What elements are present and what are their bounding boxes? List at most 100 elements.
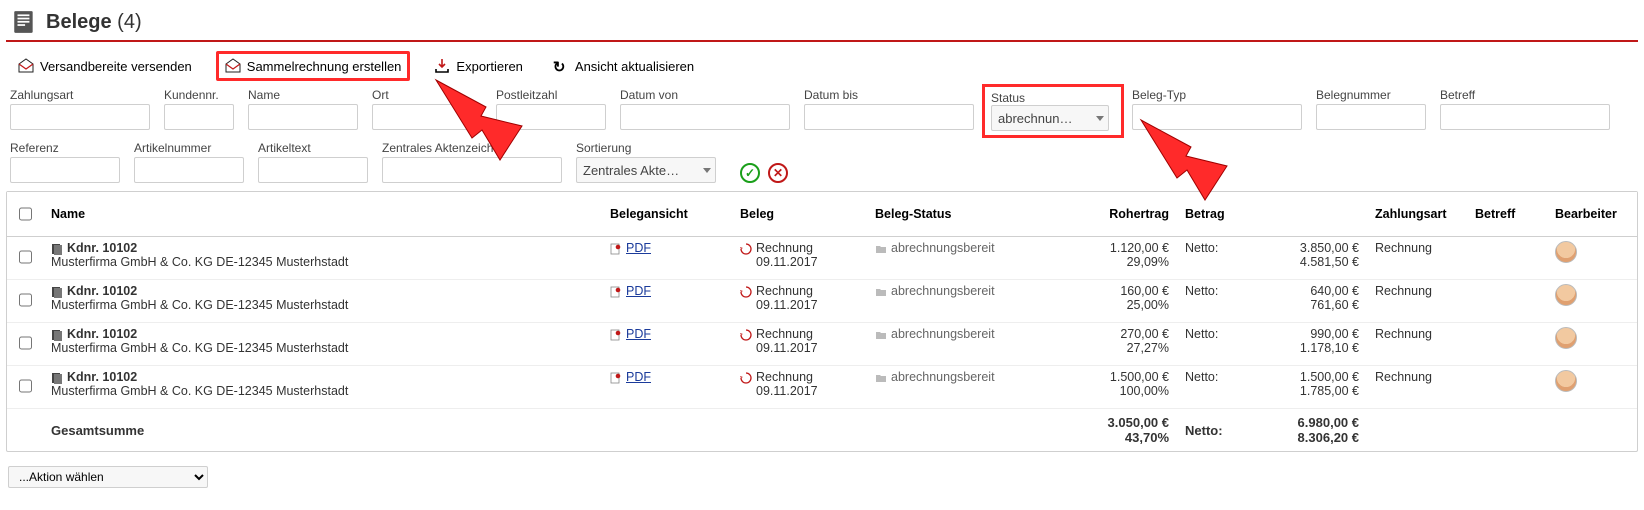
col-zahlungsart[interactable]: Zahlungsart [1367,192,1467,237]
toolbar: Versandbereite versenden Sammelrechnung … [6,48,1638,88]
table-row: Kdnr. 10102 Musterfirma GmbH & Co. KG DE… [7,366,1637,409]
col-name[interactable]: Name [43,192,602,237]
referenz-input[interactable] [10,157,120,183]
rohertrag-pct: 100,00% [1120,384,1169,398]
bulk-action: ...Aktion wählen [6,466,1638,488]
filter-row-1: Zahlungsart Kundennr. Name Ort Postleitz… [6,88,1638,141]
avatar-icon [1555,327,1577,349]
avatar-icon [1555,284,1577,306]
create-summary-button[interactable]: Sammelrechnung erstellen [216,51,411,81]
customer-sub: Musterfirma GmbH & Co. KG DE-12345 Muste… [51,384,348,398]
filter-label: Name [248,88,358,102]
betrag-gross: 1.178,10 € [1300,341,1359,355]
customer-title: Kdnr. 10102 [67,327,137,341]
betrag-net: 990,00 € [1310,327,1359,341]
pdf-link[interactable]: PDF [626,370,651,384]
col-rohertrag[interactable]: Rohertrag [1067,192,1177,237]
pdf-link[interactable]: PDF [626,327,651,341]
document-icon [51,243,63,255]
zahlungsart-text: Rechnung [1367,366,1467,409]
table-row: Kdnr. 10102 Musterfirma GmbH & Co. KG DE… [7,237,1637,280]
customer-sub: Musterfirma GmbH & Co. KG DE-12345 Muste… [51,298,348,312]
datum-bis-input[interactable] [804,104,974,130]
zak-input[interactable] [382,157,562,183]
filter-label: Datum von [620,88,790,102]
col-betrag[interactable]: Betrag [1177,192,1257,237]
col-bearbeiter[interactable]: Bearbeiter [1547,192,1637,237]
filter-label: Ort [372,88,482,102]
status-highlight: Status abrechnun… [982,84,1124,138]
document-icon [51,329,63,341]
betrag-net: 1.500,00 € [1300,370,1359,384]
ort-input[interactable] [372,104,482,130]
clear-filter-button[interactable]: ✕ [768,163,788,183]
send-ready-button[interactable]: Versandbereite versenden [12,54,198,78]
status-text: abrechnungsbereit [891,327,995,341]
beleg-type: Rechnung [756,241,813,255]
filter-label: Kundennr. [164,88,234,102]
pdf-link[interactable]: PDF [626,284,651,298]
artikeltext-input[interactable] [258,157,368,183]
bulk-action-select[interactable]: ...Aktion wählen [8,466,208,488]
page-header: Belege (4) [6,6,1638,38]
col-beleg[interactable]: Beleg [732,192,867,237]
pdf-icon [610,372,622,384]
customer-title: Kdnr. 10102 [67,284,137,298]
filter-label: Artikelnummer [134,141,244,155]
customer-title: Kdnr. 10102 [67,370,137,384]
datum-von-input[interactable] [620,104,790,130]
status-text: abrechnungsbereit [891,370,995,384]
folder-icon [875,329,887,341]
betrag-gross: 4.581,50 € [1300,255,1359,269]
customer-sub: Musterfirma GmbH & Co. KG DE-12345 Muste… [51,255,348,269]
beleg-typ-input[interactable] [1132,104,1302,130]
documents-table: Name Belegansicht Beleg Beleg-Status Roh… [6,191,1638,452]
pdf-link[interactable]: PDF [626,241,651,255]
select-all-checkbox[interactable] [19,201,32,227]
avatar-icon [1555,370,1577,392]
status-text: abrechnungsbereit [891,284,995,298]
beleg-type: Rechnung [756,370,813,384]
apply-filter-button[interactable]: ✓ [740,163,760,183]
belegnummer-input[interactable] [1316,104,1426,130]
rohertrag-pct: 27,27% [1127,341,1169,355]
betrag-label: Netto: [1177,237,1257,280]
col-belegansicht[interactable]: Belegansicht [602,192,732,237]
table-row: Kdnr. 10102 Musterfirma GmbH & Co. KG DE… [7,323,1637,366]
sortierung-select[interactable]: Zentrales Akte… [576,157,716,183]
divider [6,40,1638,42]
rohertrag-amount: 270,00 € [1120,327,1169,341]
kundennr-input[interactable] [164,104,234,130]
status-select[interactable]: abrechnun… [991,105,1109,131]
zahlungsart-input[interactable] [10,104,150,130]
col-betreff[interactable]: Betreff [1467,192,1547,237]
refresh-button[interactable]: ↻ Ansicht aktualisieren [547,54,700,78]
pdf-icon [610,329,622,341]
artikelnummer-input[interactable] [134,157,244,183]
folder-icon [875,372,887,384]
zahlungsart-text: Rechnung [1367,323,1467,366]
invoice-icon [740,243,752,255]
row-checkbox[interactable] [19,373,32,399]
filter-label: Beleg-Typ [1132,88,1302,102]
row-checkbox[interactable] [19,244,32,270]
betrag-gross: 761,60 € [1310,298,1359,312]
avatar-icon [1555,241,1577,263]
chevron-down-icon [703,168,711,173]
document-icon [10,8,38,36]
filter-label: Postleitzahl [496,88,606,102]
col-beleg-status[interactable]: Beleg-Status [867,192,1067,237]
export-button[interactable]: Exportieren [428,54,528,78]
customer-sub: Musterfirma GmbH & Co. KG DE-12345 Muste… [51,341,348,355]
rohertrag-pct: 29,09% [1127,255,1169,269]
beleg-type: Rechnung [756,284,813,298]
invoice-icon [740,286,752,298]
filter-label: Datum bis [804,88,974,102]
betreff-input[interactable] [1440,104,1610,130]
filter-label: Status [991,91,1025,105]
customer-title: Kdnr. 10102 [67,241,137,255]
row-checkbox[interactable] [19,287,32,313]
plz-input[interactable] [496,104,606,130]
row-checkbox[interactable] [19,330,32,356]
name-input[interactable] [248,104,358,130]
